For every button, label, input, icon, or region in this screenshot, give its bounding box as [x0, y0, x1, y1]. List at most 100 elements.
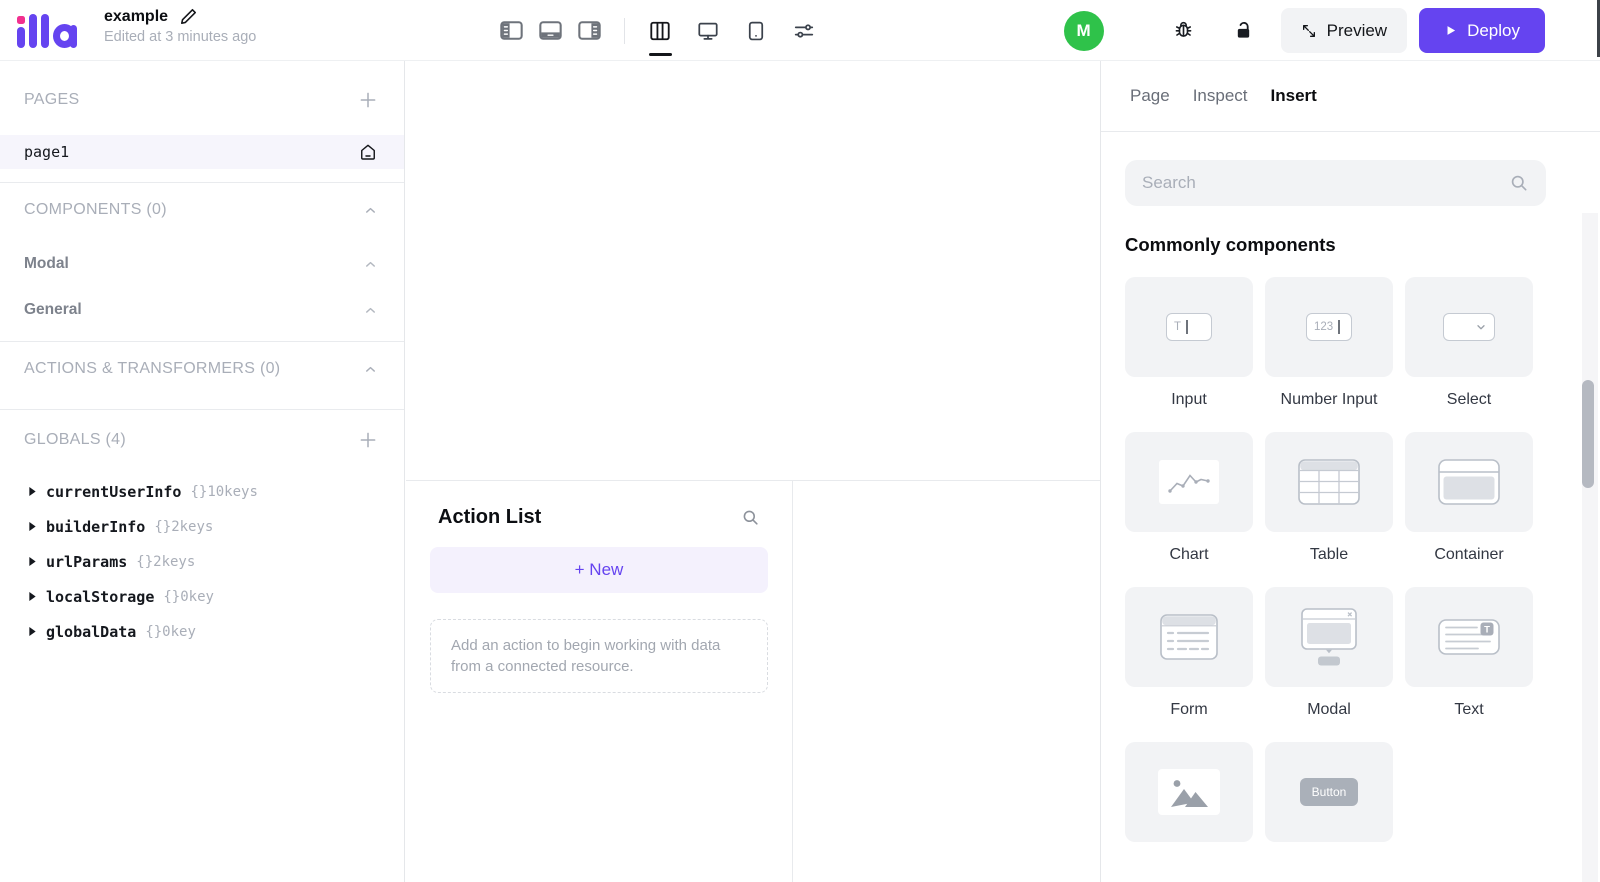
component-cell-select: Select: [1405, 277, 1533, 410]
global-item-builderInfo[interactable]: builderInfo {}2keys: [0, 509, 404, 544]
chevron-up-icon[interactable]: [363, 303, 378, 318]
unlock-icon[interactable]: [1232, 16, 1256, 46]
component-card-button[interactable]: Button: [1265, 742, 1393, 842]
global-meta: {}10keys: [190, 483, 258, 500]
number-input-component-icon: 123: [1306, 313, 1352, 341]
caret-right-icon[interactable]: [28, 556, 37, 567]
pages-title: PAGES: [24, 91, 80, 108]
button-component-icon: Button: [1300, 778, 1358, 806]
component-cell-text: T Text: [1405, 587, 1533, 720]
global-item-localStorage[interactable]: localStorage {}0key: [0, 579, 404, 614]
component-card-table[interactable]: [1265, 432, 1393, 532]
divider: [0, 341, 404, 342]
component-card-form[interactable]: [1125, 587, 1253, 687]
global-meta: {}0key: [145, 623, 196, 640]
global-item-globalData[interactable]: globalData {}0key: [0, 614, 404, 649]
components-section-header[interactable]: COMPONENTS (0): [0, 196, 404, 224]
global-meta: {}2keys: [154, 518, 214, 535]
global-meta: {}2keys: [136, 553, 196, 570]
select-component-icon: [1443, 313, 1495, 341]
component-card-chart[interactable]: [1125, 432, 1253, 532]
component-card-container[interactable]: [1405, 432, 1533, 532]
component-cell-chart: Chart: [1125, 432, 1253, 565]
component-group-modal[interactable]: Modal: [0, 252, 404, 276]
container-component-icon: [1438, 459, 1500, 505]
component-card-image[interactable]: [1125, 742, 1253, 842]
caret-right-icon[interactable]: [28, 521, 37, 532]
global-item-urlParams[interactable]: urlParams {}2keys: [0, 544, 404, 579]
page-name: page1: [24, 143, 70, 161]
page-item-page1[interactable]: page1: [0, 135, 404, 169]
component-label-form: Form: [1170, 701, 1208, 718]
caret-right-icon[interactable]: [28, 591, 37, 602]
component-group-general[interactable]: General: [0, 298, 404, 322]
panel-right-icon[interactable]: [577, 16, 601, 46]
global-name: localStorage: [46, 587, 155, 606]
panel-left-icon[interactable]: [499, 16, 523, 46]
adjust-icon[interactable]: [792, 16, 816, 46]
group-label: Modal: [24, 255, 69, 272]
top-bar: example Edited at 3 minutes ago M Previe…: [0, 0, 1600, 61]
fit-canvas-icon[interactable]: [648, 16, 672, 56]
toolbar-right: M Preview Deploy: [1063, 0, 1545, 61]
tab-inspect[interactable]: Inspect: [1193, 86, 1248, 106]
chevron-up-icon[interactable]: [363, 203, 378, 218]
globals-list: currentUserInfo {}10keys builderInfo {}2key…: [0, 474, 404, 649]
component-card-text[interactable]: T: [1405, 587, 1533, 687]
pages-section-header: PAGES: [0, 86, 404, 114]
add-global-icon[interactable]: [358, 430, 378, 450]
preview-label: Preview: [1326, 20, 1388, 40]
caret-right-icon[interactable]: [28, 486, 37, 497]
chevron-up-icon[interactable]: [363, 257, 378, 272]
view-mode-group: [648, 16, 816, 56]
global-name: globalData: [46, 622, 137, 641]
edit-title-pencil-icon[interactable]: [179, 7, 198, 26]
panel-bottom-icon[interactable]: [538, 16, 562, 46]
preview-button[interactable]: Preview: [1280, 8, 1408, 53]
play-icon: [1444, 24, 1457, 37]
component-card-modal[interactable]: [1265, 587, 1393, 687]
right-panel: Page Inspect Insert Commonly components T I…: [1100, 61, 1600, 882]
component-label-container: Container: [1434, 546, 1504, 563]
component-card-select[interactable]: [1405, 277, 1533, 377]
divider: [0, 409, 404, 410]
right-panel-tabs: Page Inspect Insert: [1101, 61, 1600, 132]
search-icon: [1509, 173, 1529, 193]
action-search-icon[interactable]: [741, 508, 760, 527]
chevron-up-icon[interactable]: [363, 362, 378, 377]
chart-component-icon: [1159, 460, 1219, 504]
app-name: example: [104, 7, 169, 25]
desktop-icon[interactable]: [696, 16, 720, 46]
caret-right-icon[interactable]: [28, 626, 37, 637]
globals-title: GLOBALS (4): [24, 431, 127, 448]
globals-section-header: GLOBALS (4): [0, 426, 404, 454]
actions-section-header[interactable]: ACTIONS & TRANSFORMERS (0): [0, 355, 404, 383]
right-panel-scroll-thumb[interactable]: [1582, 380, 1594, 488]
avatar[interactable]: M: [1063, 10, 1104, 51]
component-label-input: Input: [1171, 391, 1207, 408]
new-action-button[interactable]: + New: [430, 547, 768, 593]
deploy-label: Deploy: [1467, 20, 1520, 40]
group-label: General: [24, 301, 82, 318]
add-page-icon[interactable]: [358, 90, 378, 110]
tab-insert[interactable]: Insert: [1271, 86, 1317, 106]
right-panel-scroll-track[interactable]: [1582, 213, 1598, 882]
component-cell-button: Button: [1265, 742, 1393, 875]
editor-canvas[interactable]: [406, 61, 1100, 481]
component-search-input[interactable]: [1142, 173, 1509, 193]
tablet-icon[interactable]: [744, 16, 768, 46]
commonly-components-title: Commonly components: [1125, 234, 1336, 255]
divider: [792, 481, 793, 882]
global-item-currentUserInfo[interactable]: currentUserInfo {}10keys: [0, 474, 404, 509]
tab-page[interactable]: Page: [1130, 86, 1170, 106]
bug-icon[interactable]: [1172, 16, 1196, 46]
action-empty-hint: Add an action to begin working with data…: [430, 619, 768, 693]
home-icon[interactable]: [358, 142, 378, 162]
deploy-button[interactable]: Deploy: [1419, 8, 1545, 53]
component-card-input[interactable]: T: [1125, 277, 1253, 377]
svg-text:T: T: [1484, 624, 1490, 635]
component-card-number-input[interactable]: 123: [1265, 277, 1393, 377]
illa-logo[interactable]: [17, 13, 77, 48]
table-component-icon: [1298, 459, 1360, 505]
component-cell-image: [1125, 742, 1253, 875]
